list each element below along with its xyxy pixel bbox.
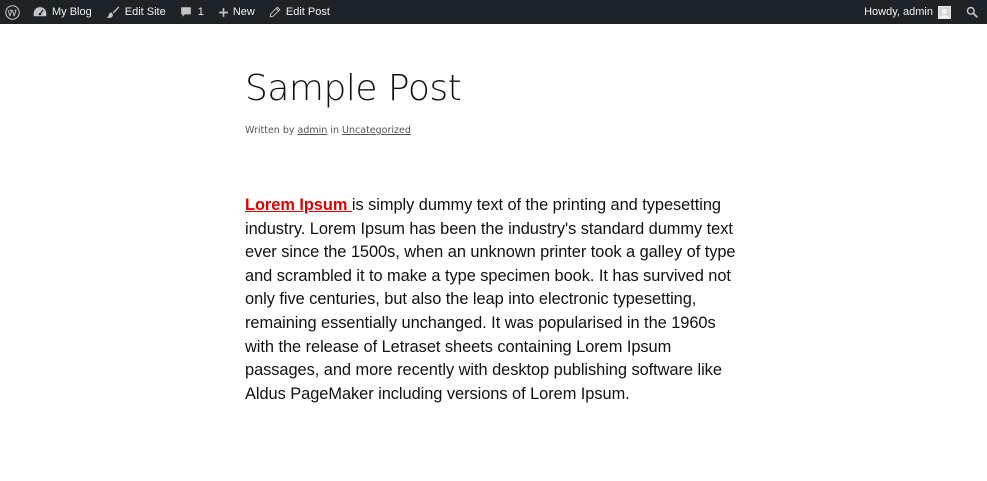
browser-page: My Blog Edit Site 1 New Edit Post Howdy,… (0, 0, 987, 481)
comments-link[interactable]: 1 (173, 0, 211, 24)
wordpress-logo-menu[interactable] (0, 0, 26, 24)
search-icon (966, 6, 978, 18)
comment-icon (180, 7, 191, 17)
plus-icon (218, 7, 228, 17)
post-content: Lorem Ipsum is simply dummy text of the … (245, 194, 745, 406)
paragraph-text: is simply dummy text of the printing and… (245, 196, 736, 403)
post-meta: Written by admin in Uncategorized (245, 124, 745, 138)
category-link[interactable]: Uncategorized (342, 125, 411, 136)
in-text: in (330, 125, 340, 136)
site-name-label: My Blog (52, 6, 92, 18)
edit-post-link[interactable]: Edit Post (262, 0, 337, 24)
admin-bar-left: My Blog Edit Site 1 New Edit Post (0, 0, 337, 24)
new-label: New (232, 6, 255, 18)
edit-post-label: Edit Post (285, 6, 330, 18)
author-link[interactable]: admin (298, 125, 328, 136)
admin-bar: My Blog Edit Site 1 New Edit Post Howdy,… (0, 0, 987, 24)
edit-site-label: Edit Site (124, 6, 166, 18)
new-content-menu[interactable]: New (211, 0, 262, 24)
lorem-ipsum-link[interactable]: Lorem Ipsum (245, 196, 352, 214)
post-title: Sample Post (245, 68, 462, 109)
post-header: Sample Post Written by admin in Uncatego… (245, 64, 745, 138)
pencil-icon (269, 6, 281, 18)
my-account-menu[interactable]: Howdy, admin (857, 0, 958, 24)
admin-bar-right: Howdy, admin (857, 0, 987, 24)
greeting-text: Howdy, admin (864, 6, 933, 18)
dashboard-icon (33, 7, 47, 17)
brush-icon (106, 6, 120, 18)
post-paragraph: Lorem Ipsum is simply dummy text of the … (245, 194, 745, 406)
search-toggle[interactable] (958, 0, 987, 24)
comments-count: 1 (197, 6, 204, 18)
avatar-icon (938, 5, 951, 19)
wordpress-icon (5, 4, 20, 20)
written-by-text: Written by (245, 125, 295, 136)
edit-site-link[interactable]: Edit Site (99, 0, 173, 24)
site-name-menu[interactable]: My Blog (26, 0, 99, 24)
